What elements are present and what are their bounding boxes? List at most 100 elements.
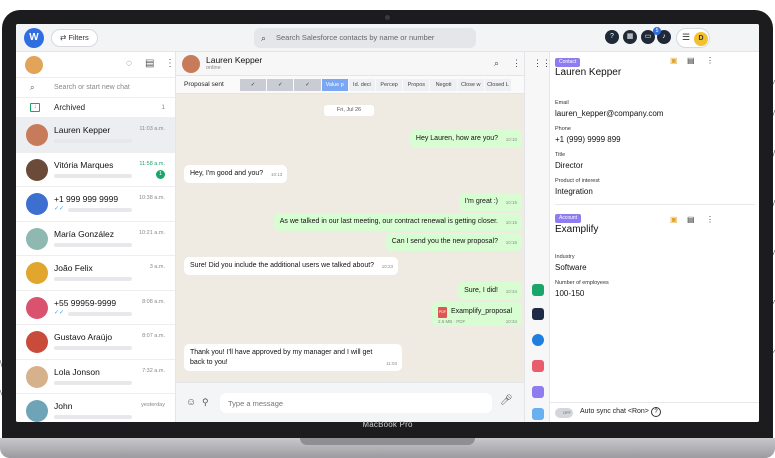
calendar-icon[interactable]: ▣ <box>670 215 678 224</box>
message-composer: ☺ ⚲ 🎤︎ <box>176 382 524 422</box>
stage-step[interactable]: Close w <box>457 79 484 91</box>
phone-value[interactable]: +1 (999) 9999 899 <box>555 135 621 144</box>
auto-sync-toggle[interactable]: OFF <box>555 408 573 418</box>
camera <box>385 15 390 20</box>
chat-item[interactable]: Vitória Marques 11:58 a.m. 1 <box>16 153 175 187</box>
notes-icon[interactable] <box>532 408 544 420</box>
chat-preview <box>54 277 132 281</box>
more-icon[interactable]: ⋮ <box>706 215 714 224</box>
notes-icon[interactable]: ▤ <box>687 56 695 65</box>
tasks-icon[interactable] <box>532 284 544 296</box>
stage-steps: ✓ ✓ ✓ Value p Id. deci Percep Propos Neg… <box>240 79 512 91</box>
stage-step[interactable]: ✓ <box>240 79 267 91</box>
avatar <box>26 296 48 319</box>
chat-item[interactable]: João Felix 3 a.m. <box>16 256 175 291</box>
chat-item[interactable]: Lauren Kepper 11:03 a.m. <box>16 118 175 153</box>
chat-search-input[interactable]: ⌕ Search or start new chat <box>16 78 175 98</box>
field-label: Email <box>555 100 569 106</box>
date-separator: Fri, Jul 26 <box>324 105 374 116</box>
search-placeholder: Search Salesforce contacts by name or nu… <box>276 33 435 42</box>
contact-card-title: Lauren Kepper <box>555 67 622 78</box>
laptop-notch <box>300 438 475 445</box>
message-list: Fri, Jul 26 Hey Lauren, how are you? 10:… <box>176 94 524 382</box>
chat-item[interactable]: John yesterday <box>16 394 175 422</box>
calendar-icon[interactable]: ▣ <box>670 56 678 65</box>
message-input[interactable] <box>220 393 492 413</box>
stage-step[interactable]: ✓ <box>294 79 321 91</box>
message-outgoing[interactable]: I'm great :) 10:15 <box>458 193 522 211</box>
stage-step[interactable]: Negoti <box>430 79 457 91</box>
field-label: Number of employees <box>555 280 609 286</box>
archive-icon: ↓ <box>30 103 40 112</box>
status-icon[interactable]: ◌ <box>126 58 132 69</box>
mail-icon[interactable] <box>532 308 544 320</box>
emoji-icon[interactable]: ☺ <box>186 397 196 408</box>
chat-name: Lola Jonson <box>54 366 100 377</box>
stage-step[interactable]: Percep <box>376 79 403 91</box>
chat-item[interactable]: María González 10:21 a.m. <box>16 222 175 256</box>
help-icon[interactable]: ? <box>651 407 661 417</box>
search-icon: ⌕ <box>30 83 35 92</box>
more-icon[interactable]: ⋮ <box>165 58 175 69</box>
chat-preview <box>54 346 132 350</box>
archived-count: 1 <box>161 104 165 111</box>
chat-item[interactable]: +1 999 999 9999 10:38 a.m. ✓✓ <box>16 187 175 222</box>
email-value[interactable]: lauren_kepper@company.com <box>555 109 663 118</box>
contact-card-icon[interactable] <box>532 386 544 398</box>
contact-avatar[interactable] <box>182 55 200 73</box>
contact-name[interactable]: Lauren Kepper <box>206 55 262 65</box>
stage-step[interactable]: ✓ <box>267 79 294 91</box>
chat-preview <box>54 242 132 247</box>
avatar <box>26 365 48 388</box>
avatar <box>26 400 48 422</box>
message-outgoing[interactable]: Can I send you the new proposal? 10:16 <box>385 233 522 251</box>
calendar-icon[interactable] <box>532 360 544 372</box>
app-logo[interactable]: W <box>24 28 44 48</box>
salesforce-search-input[interactable]: ⌕ Search Salesforce contacts by name or … <box>254 28 476 48</box>
apps-grid-icon[interactable]: ⋮⋮ <box>533 58 551 69</box>
avatar <box>26 331 48 353</box>
pdf-attachment[interactable]: PDF Examplify_proposal 2.6 MB · PDF 10:3… <box>432 302 522 326</box>
more-icon[interactable]: ⋮ <box>706 56 714 65</box>
microphone-icon[interactable]: 🎤︎ <box>500 395 513 406</box>
message-outgoing[interactable]: Sure, I did! 10:34 <box>458 282 522 300</box>
chat-item[interactable]: Lola Jonson 7:32 a.m. <box>16 360 175 394</box>
new-chat-icon[interactable]: ▤ <box>145 58 154 69</box>
filters-button[interactable]: ⇄ Filters <box>51 29 98 47</box>
chat-preview <box>68 311 132 316</box>
chat-name: +55 99959-9999 <box>54 297 117 308</box>
chat-name: Vitória Marques <box>54 159 114 170</box>
attach-icon[interactable]: ⚲ <box>202 397 209 408</box>
help-icon[interactable]: ? <box>605 30 619 44</box>
search-icon[interactable]: ⌕ <box>494 58 499 69</box>
my-avatar[interactable] <box>25 56 43 74</box>
stage-step[interactable]: Propos <box>403 79 430 91</box>
chat-item[interactable]: +55 99959-9999 8:08 a.m. ✓✓ <box>16 291 175 325</box>
archived-row[interactable]: ↓ Archived 1 <box>16 98 175 118</box>
account-menu[interactable]: ☰ D <box>676 28 710 48</box>
chat-item[interactable]: Gustavo Araújo 8:07 a.m. <box>16 325 175 360</box>
chat-name: João Felix <box>54 263 93 273</box>
chat-preview <box>54 139 132 143</box>
stage-step[interactable]: Closed L <box>484 79 512 91</box>
pdf-icon: PDF <box>438 307 447 318</box>
stage-step[interactable]: Value p <box>321 79 348 91</box>
message-incoming[interactable]: Sure! Did you include the additional use… <box>184 257 399 275</box>
auto-sync-row: OFF Auto sync chat <Ron> ? <box>550 402 759 422</box>
chat-name: John <box>54 401 73 411</box>
salesforce-icon[interactable] <box>532 334 544 346</box>
attachment-time: 10:34 <box>505 319 517 324</box>
message-incoming[interactable]: Thank you! I'll have approved by my mana… <box>184 344 402 371</box>
notes-icon[interactable]: ▤ <box>687 215 695 224</box>
product-value: Integration <box>555 187 593 196</box>
stage-step[interactable]: Id. deci <box>348 79 376 91</box>
apps-grid-icon[interactable]: ▦ <box>623 30 637 44</box>
more-icon[interactable]: ⋮ <box>512 58 521 69</box>
message-text: I'm great :) <box>464 198 498 205</box>
chat-name: Lauren Kepper <box>54 125 111 135</box>
message-incoming[interactable]: Hey, I'm good and you? 10:13 <box>184 165 288 183</box>
message-text: Thank you! I'll have approved by my mana… <box>190 349 373 366</box>
field-label: Title <box>555 152 566 158</box>
message-outgoing[interactable]: As we talked in our last meeting, our co… <box>273 213 522 231</box>
message-outgoing[interactable]: Hey Lauren, how are you? 10:10 <box>409 130 522 148</box>
